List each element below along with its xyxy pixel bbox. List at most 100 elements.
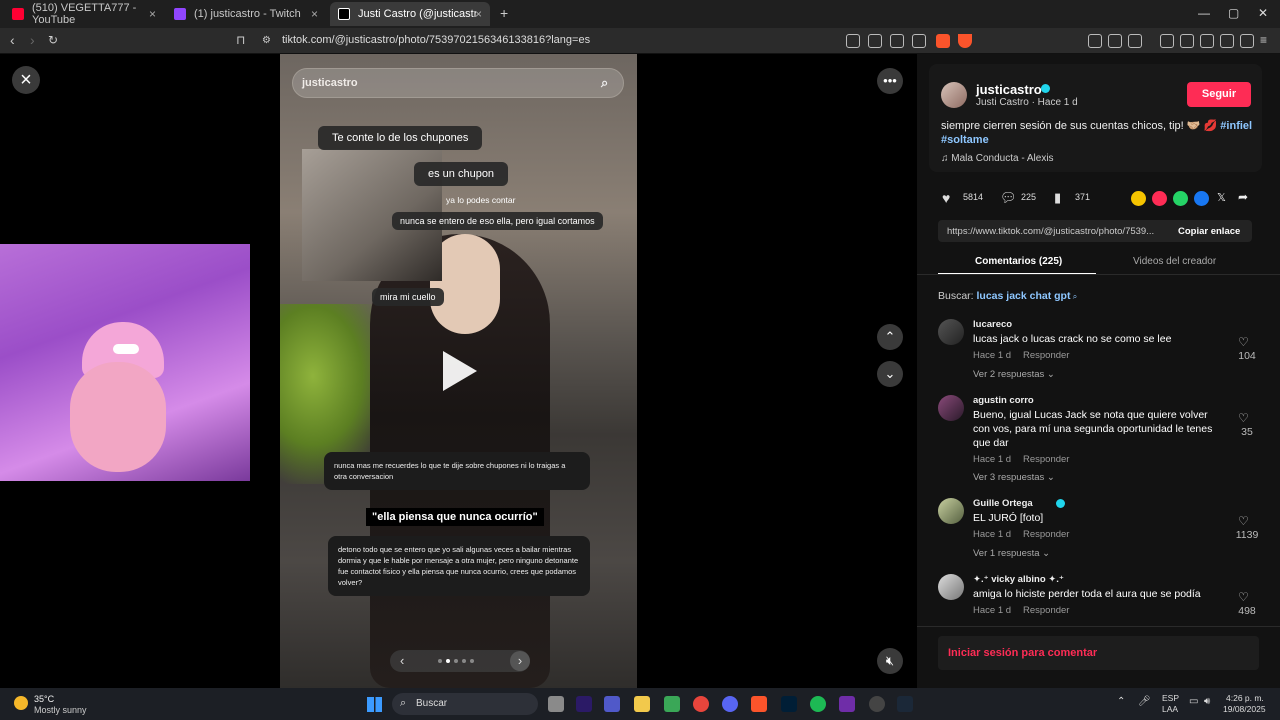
network-icon[interactable]: ▭ xyxy=(1189,696,1198,707)
close-tab-icon[interactable]: × xyxy=(311,7,318,21)
play-icon[interactable] xyxy=(443,351,477,391)
heart-outline-icon[interactable]: ♡ xyxy=(1238,411,1249,425)
heart-outline-icon[interactable]: ♡ xyxy=(1238,514,1249,528)
file-explorer-icon[interactable] xyxy=(634,696,650,712)
carousel-dot[interactable] xyxy=(438,659,442,663)
view-replies-button[interactable]: Ver 2 respuestas ⌄ xyxy=(973,369,1055,380)
prev-slide-icon[interactable]: ‹ xyxy=(400,653,404,668)
close-viewer-button[interactable]: × xyxy=(12,66,40,94)
heart-outline-icon[interactable]: ♡ xyxy=(1238,590,1249,604)
steam-icon[interactable] xyxy=(897,696,913,712)
comment-button[interactable]: 💬︎ 225 xyxy=(1000,190,1036,205)
follow-button[interactable]: Seguir xyxy=(1187,82,1251,107)
back-icon[interactable]: ‹ xyxy=(10,32,15,48)
carousel-dot[interactable] xyxy=(454,659,458,663)
more-options-icon[interactable]: ••• xyxy=(877,68,903,94)
hashtag-link[interactable]: #infiel xyxy=(1220,120,1252,132)
new-tab-button[interactable]: + xyxy=(500,5,508,21)
language-layout[interactable]: LAA xyxy=(1162,704,1178,714)
avatar[interactable] xyxy=(941,82,967,108)
close-tab-icon[interactable]: × xyxy=(149,7,156,21)
extension-icon[interactable] xyxy=(846,34,860,48)
avatar[interactable] xyxy=(938,574,964,600)
carousel-dot-active[interactable] xyxy=(446,659,450,663)
like-button[interactable]: ♥ 5814 xyxy=(942,190,983,206)
url-field[interactable]: tiktok.com/@justicastro/photo/7539702156… xyxy=(282,34,590,46)
maximize-icon[interactable]: ▢ xyxy=(1228,6,1239,20)
reply-button[interactable]: Responder xyxy=(1023,350,1069,361)
avatar[interactable] xyxy=(938,319,964,345)
site-info-icon[interactable]: ⚙ xyxy=(262,35,271,46)
login-to-comment-button[interactable]: Iniciar sesión para comentar xyxy=(938,636,1259,670)
carousel-dot[interactable] xyxy=(470,659,474,663)
clock-time[interactable]: 4:26 p. m. xyxy=(1226,693,1264,703)
share-icon[interactable] xyxy=(912,34,926,48)
reply-button[interactable]: Responder xyxy=(1023,529,1069,540)
translate-icon[interactable] xyxy=(890,34,904,48)
coin-share-icon[interactable] xyxy=(1131,191,1146,206)
microphone-icon[interactable]: 🎤︎ xyxy=(1138,696,1151,707)
share-arrow-icon[interactable]: ➦ xyxy=(1238,190,1248,204)
creator-username[interactable]: justicastro xyxy=(976,82,1042,97)
volume-icon[interactable]: 🔊︎ xyxy=(1204,696,1210,707)
teams-icon[interactable] xyxy=(604,696,620,712)
chevron-up-icon[interactable]: ⌃ xyxy=(877,324,903,350)
wallet2-icon[interactable] xyxy=(1200,34,1214,48)
reply-button[interactable]: Responder xyxy=(1023,454,1069,465)
hashtag-link[interactable]: #soltame xyxy=(941,134,989,146)
avatar[interactable] xyxy=(938,498,964,524)
next-slide-icon[interactable]: › xyxy=(510,651,530,671)
store-icon[interactable] xyxy=(664,696,680,712)
reload-icon[interactable]: ↻ xyxy=(48,33,58,47)
chrome-icon[interactable] xyxy=(693,696,709,712)
tab-creator-videos[interactable]: Videos del creador xyxy=(1133,256,1216,267)
tab-youtube[interactable]: (510) VEGETTA777 - YouTube × xyxy=(4,2,164,26)
brave-rewards-icon[interactable] xyxy=(958,34,972,48)
repost-icon[interactable] xyxy=(1152,191,1167,206)
forward-icon[interactable]: › xyxy=(30,32,35,48)
x-icon[interactable]: 𝕏 xyxy=(1217,191,1226,204)
tab-twitch[interactable]: (1) justicastro - Twitch × xyxy=(166,2,326,26)
photo-slide[interactable]: justicastro ⌕ Te conte lo de los chupone… xyxy=(280,54,637,688)
menu-icon[interactable]: ≡ xyxy=(1260,33,1267,47)
view-replies-button[interactable]: Ver 3 respuestas ⌄ xyxy=(973,472,1055,483)
comment-username[interactable]: Guille Ortega xyxy=(973,498,1033,509)
vpn-icon[interactable] xyxy=(1240,34,1254,48)
avatar[interactable] xyxy=(938,395,964,421)
obs-icon[interactable] xyxy=(869,696,885,712)
clock-date[interactable]: 19/08/2025 xyxy=(1223,704,1266,714)
carousel-dot[interactable] xyxy=(462,659,466,663)
whatsapp-icon[interactable] xyxy=(1173,191,1188,206)
spotify-icon[interactable] xyxy=(810,696,826,712)
music-icon[interactable] xyxy=(1160,34,1174,48)
tray-chevron-icon[interactable]: ⌃ xyxy=(1117,696,1125,707)
copy-link-button[interactable]: Copiar enlace xyxy=(1178,226,1240,237)
language-indicator[interactable]: ESP xyxy=(1162,693,1179,703)
facebook-icon[interactable] xyxy=(1194,191,1209,206)
puzzle-icon[interactable] xyxy=(1108,34,1122,48)
view-replies-button[interactable]: Ver 1 respuesta ⌄ xyxy=(973,548,1050,559)
comment-username[interactable]: ✦.⁺ vicky albino ✦.⁺ xyxy=(973,574,1064,585)
mute-icon[interactable]: 🔇︎ xyxy=(877,648,903,674)
chevron-down-icon[interactable]: ⌄ xyxy=(877,361,903,387)
cast-icon[interactable] xyxy=(868,34,882,48)
discord-icon[interactable] xyxy=(722,696,738,712)
brave-shield-icon[interactable] xyxy=(936,34,950,48)
premiere-icon[interactable] xyxy=(576,696,592,712)
leo-icon[interactable] xyxy=(1220,34,1234,48)
music-row[interactable]: ♫ Mala Conducta - Alexis xyxy=(941,153,1054,164)
wallet-icon[interactable] xyxy=(1088,34,1102,48)
minimize-icon[interactable]: — xyxy=(1198,6,1210,20)
save-button[interactable]: ▮ 371 xyxy=(1054,190,1090,205)
photoshop-icon[interactable] xyxy=(781,696,797,712)
screenshot-icon[interactable] xyxy=(1128,34,1142,48)
comment-username[interactable]: agustin corro xyxy=(973,395,1034,406)
tab-tiktok[interactable]: Justi Castro (@justicastro) | TikTok × xyxy=(330,2,490,26)
comment-username[interactable]: lucareco xyxy=(973,319,1012,330)
tab-comments[interactable]: Comentarios (225) xyxy=(975,256,1062,267)
next-app-icon[interactable] xyxy=(839,696,855,712)
sidebar-icon[interactable] xyxy=(1180,34,1194,48)
comment-search-suggestion[interactable]: Buscar: lucas jack chat gpt ⌕ xyxy=(938,290,1077,302)
close-tab-icon[interactable]: × xyxy=(475,7,482,21)
heart-outline-icon[interactable]: ♡ xyxy=(1238,335,1249,349)
